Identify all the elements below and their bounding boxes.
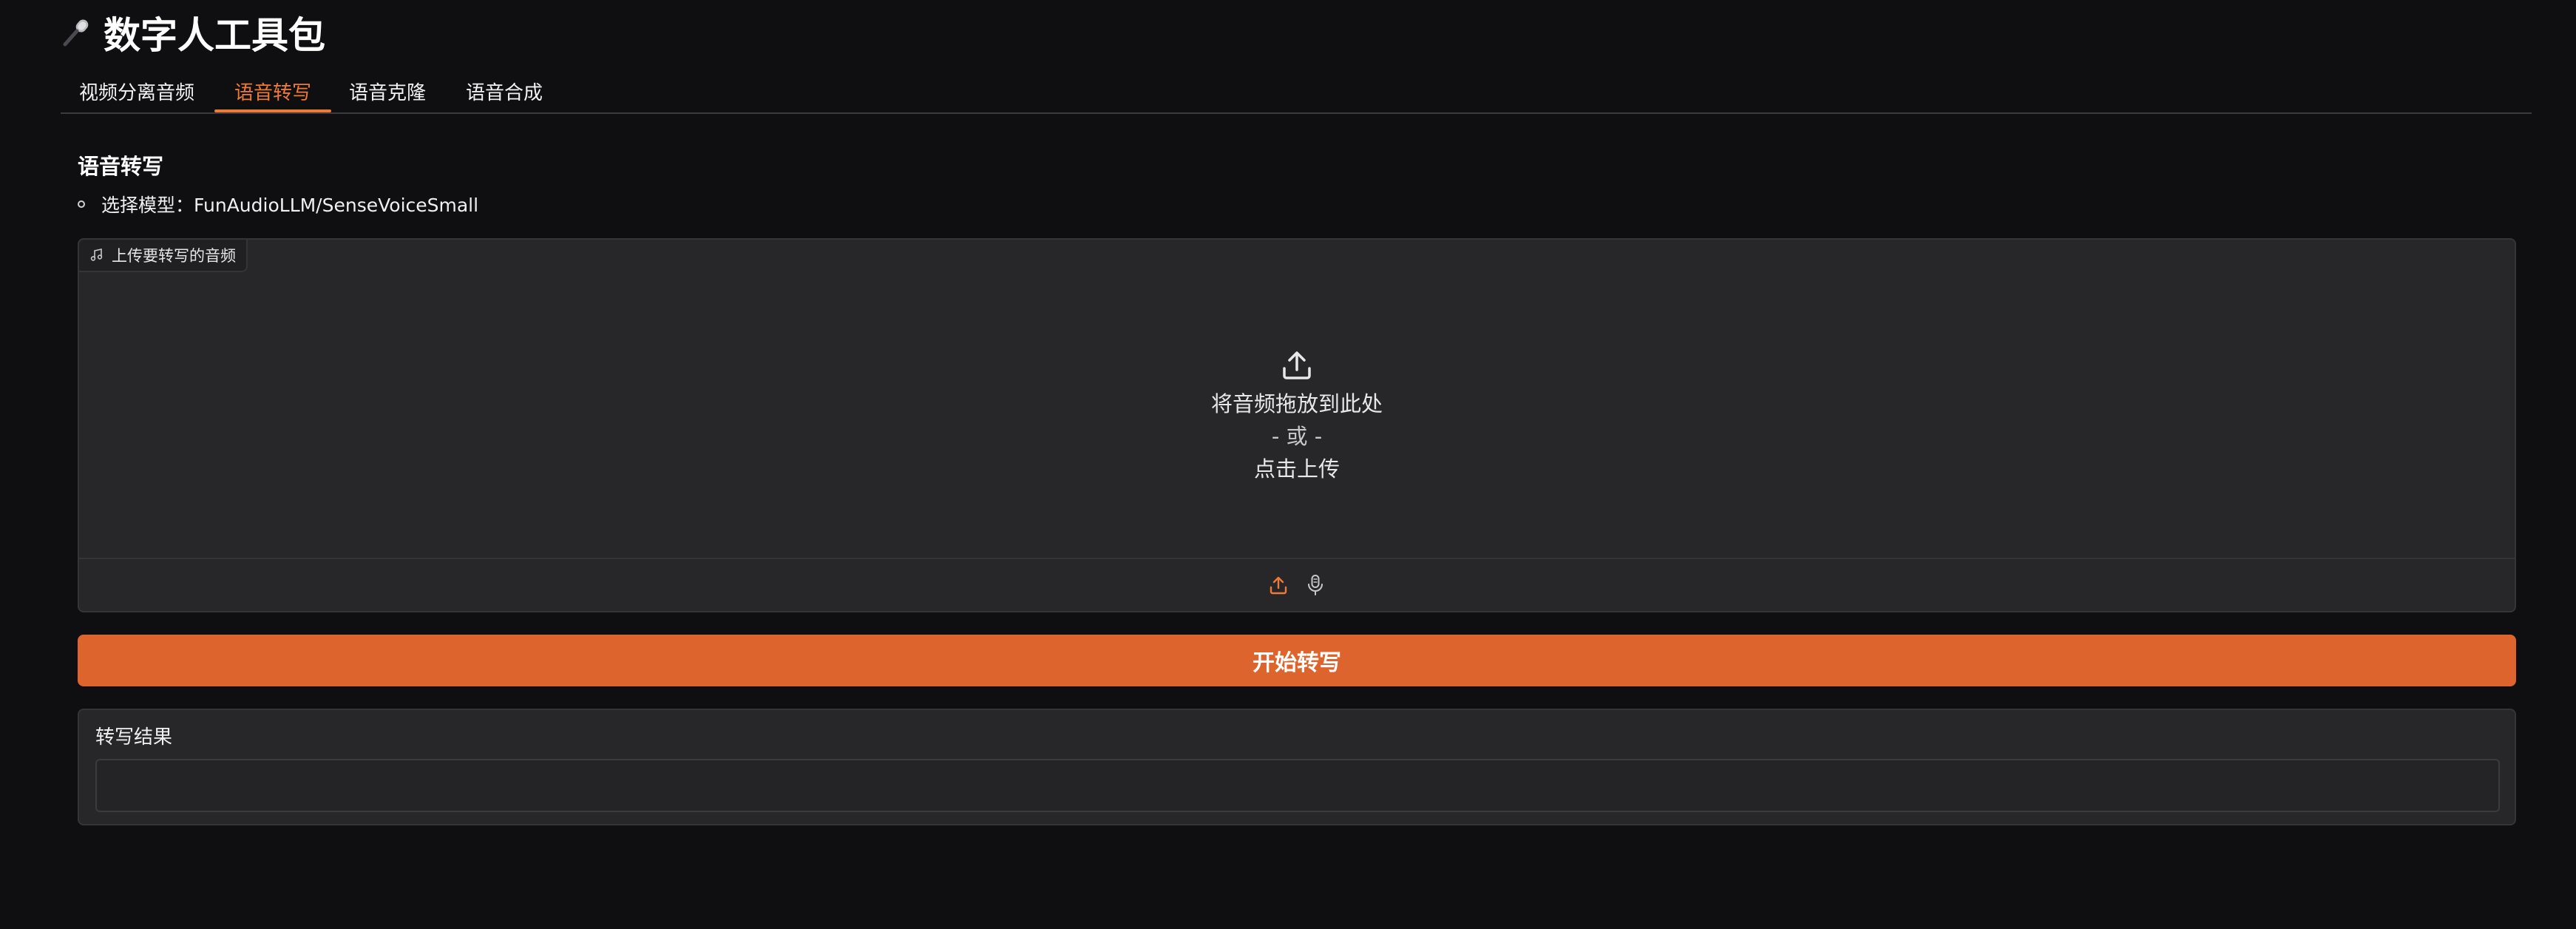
result-textarea[interactable] [95, 759, 2500, 812]
app-header: 数字人工具包 [61, 6, 325, 59]
upload-source-icon [1270, 576, 1287, 595]
model-line-text: 选择模型：FunAudioLLM/SenseVoiceSmall [101, 195, 479, 216]
microphone-source-icon [1308, 575, 1323, 595]
audio-dropzone[interactable]: 将音频拖放到此处 - 或 - 点击上传 [79, 272, 2515, 561]
model-info: 选择模型：FunAudioLLM/SenseVoiceSmall [78, 191, 478, 217]
microphone-source-button[interactable] [1304, 573, 1327, 597]
audio-upload-panel: 上传要转写的音频 将音频拖放到此处 - 或 - 点击上传 [78, 238, 2516, 612]
tab-bar: 视频分离音频 语音转写 语音克隆 语音合成 [61, 71, 2532, 114]
drop-text: 将音频拖放到此处 [1210, 391, 1383, 416]
result-label: 转写结果 [95, 726, 173, 749]
upload-label: 上传要转写的音频 [79, 240, 248, 272]
app-title: 数字人工具包 [104, 14, 325, 57]
start-transcription-button[interactable]: 开始转写 [78, 635, 2516, 686]
app-root: 数字人工具包 视频分离音频 语音转写 语音克隆 语音合成 语音转写 选择模型：F… [0, 0, 2576, 929]
upload-source-button[interactable] [1267, 573, 1290, 597]
tab-video-separate-audio[interactable]: 视频分离音频 [71, 71, 203, 111]
upload-icon [1283, 351, 1311, 379]
tab-speech-transcription[interactable]: 语音转写 [214, 71, 331, 112]
bullet-icon [78, 200, 85, 208]
upload-label-text: 上传要转写的音频 [112, 247, 236, 265]
microphone-icon [63, 19, 89, 47]
tab-voice-clone[interactable]: 语音克隆 [343, 71, 432, 111]
source-selector [79, 558, 2515, 611]
music-note-icon [90, 249, 103, 261]
or-text: - 或 - [1271, 424, 1323, 449]
click-upload-text: 点击上传 [1253, 456, 1340, 482]
transcription-result-panel: 转写结果 [78, 709, 2516, 825]
section-title: 语音转写 [78, 154, 164, 179]
tab-speech-synthesis[interactable]: 语音合成 [460, 71, 549, 111]
